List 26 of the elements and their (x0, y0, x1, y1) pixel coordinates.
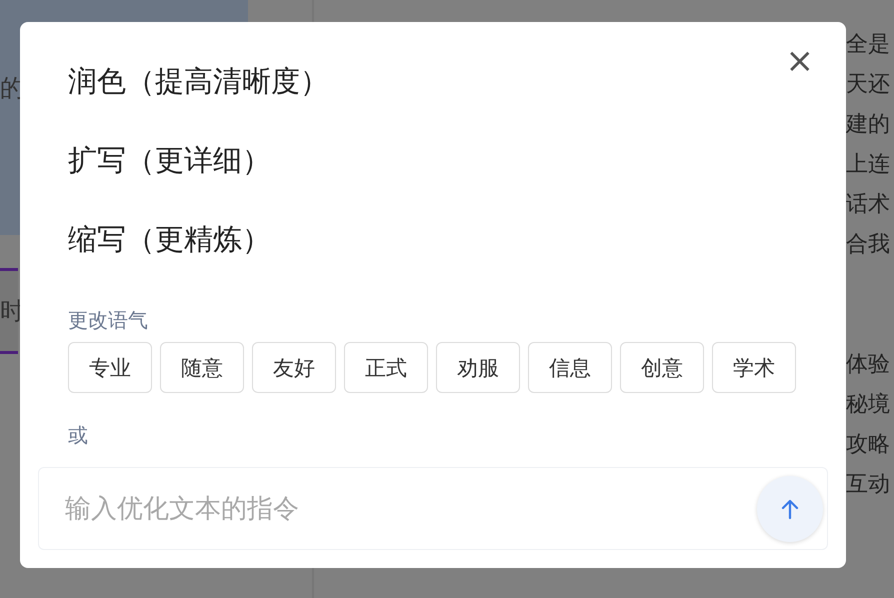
menu-item[interactable]: 扩写（更详细） (68, 141, 271, 180)
background-text: 全是 (846, 31, 891, 59)
background-text: 上连 (846, 151, 891, 179)
input-field[interactable]: 输入优化文本的指令 (38, 467, 828, 550)
tone-button[interactable]: 友好 (252, 342, 336, 393)
background-text: 互动 (846, 471, 891, 499)
background-text: 合我 (846, 231, 891, 259)
tone-button[interactable]: 随意 (160, 342, 244, 393)
background-text: 秘境 (846, 391, 891, 419)
tone-button[interactable]: 专业 (68, 342, 152, 393)
send-button[interactable] (757, 476, 823, 542)
menu-item[interactable]: 润色（提高清晰度） (68, 62, 329, 101)
background-text: 天还 (846, 71, 891, 99)
tone-button[interactable]: 创意 (620, 342, 704, 393)
tone-button[interactable]: 正式 (344, 342, 428, 393)
tone-button[interactable]: 学术 (712, 342, 796, 393)
or-label: 或 (68, 422, 88, 449)
text-input[interactable]: 输入优化文本的指令 (63, 492, 757, 524)
tone-button[interactable]: 劝服 (436, 342, 520, 393)
section-label: 更改语气 (68, 307, 148, 334)
tone-button[interactable]: 信息 (528, 342, 612, 393)
background-text: 体验 (846, 351, 891, 379)
menu-item[interactable]: 缩写（更精炼） (68, 220, 271, 259)
background-text: 攻略 (846, 431, 891, 459)
background-text: 话术 (846, 191, 891, 219)
background-text: 时 (0, 296, 24, 327)
